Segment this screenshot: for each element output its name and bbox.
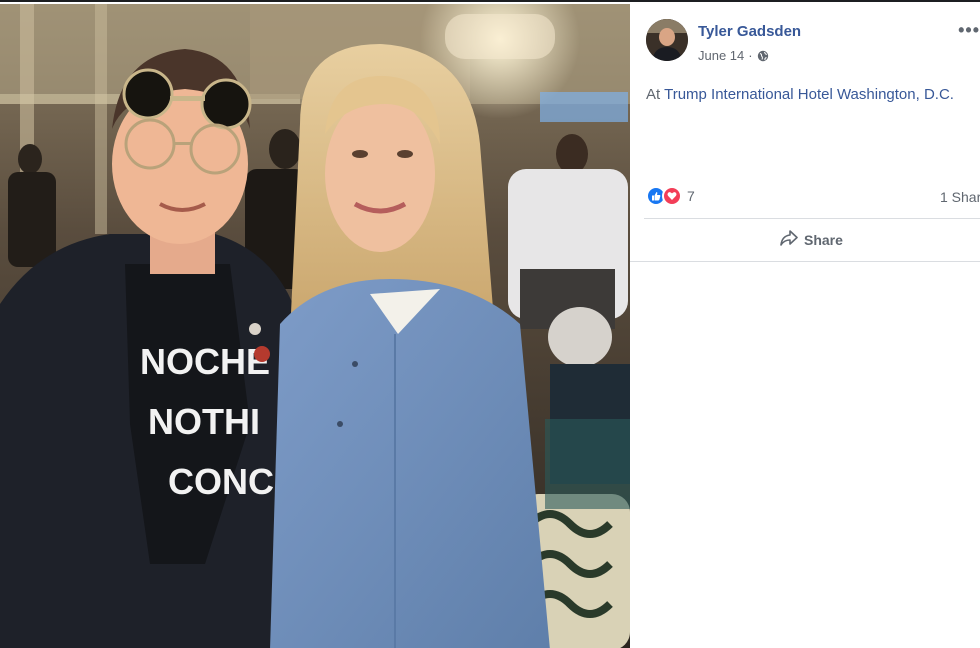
reactions-summary[interactable]: 7 — [646, 186, 695, 206]
divider — [644, 218, 980, 219]
post-details-panel: Tyler Gadsden June 14 · ••• At Trump Int… — [630, 2, 980, 648]
love-icon — [662, 186, 682, 206]
globe-icon — [757, 50, 769, 62]
more-options-button[interactable]: ••• — [958, 20, 980, 41]
reaction-count: 7 — [687, 188, 695, 204]
facebook-photo-viewer: NOCHE NOTHI CONC Tyler Gadsden June 14 ·… — [0, 0, 980, 648]
post-photo[interactable]: NOCHE NOTHI CONC — [0, 4, 630, 648]
share-button-label: Share — [804, 231, 843, 248]
shirt-text-line-1: NOCHE — [140, 341, 270, 382]
avatar[interactable] — [646, 19, 688, 61]
meta-separator: · — [748, 48, 753, 63]
checkin-prefix: At — [646, 86, 661, 103]
avatar-image — [646, 19, 688, 61]
shirt-text-line-3: CONC — [168, 461, 274, 502]
checkin-text: At Trump International Hotel Washington,… — [646, 86, 954, 103]
shares-count-link[interactable]: 1 Share — [940, 189, 980, 205]
post-meta: June 14 · — [698, 48, 769, 63]
photo-illustration: NOCHE NOTHI CONC — [0, 4, 630, 648]
place-link[interactable]: Trump International Hotel Washington, D.… — [664, 86, 954, 103]
shirt-text-line-2: NOTHI — [148, 401, 260, 442]
author-name-link[interactable]: Tyler Gadsden — [698, 23, 801, 40]
divider — [630, 261, 980, 262]
share-icon — [780, 230, 798, 249]
share-button[interactable]: Share — [780, 230, 843, 249]
post-date[interactable]: June 14 — [698, 48, 744, 63]
